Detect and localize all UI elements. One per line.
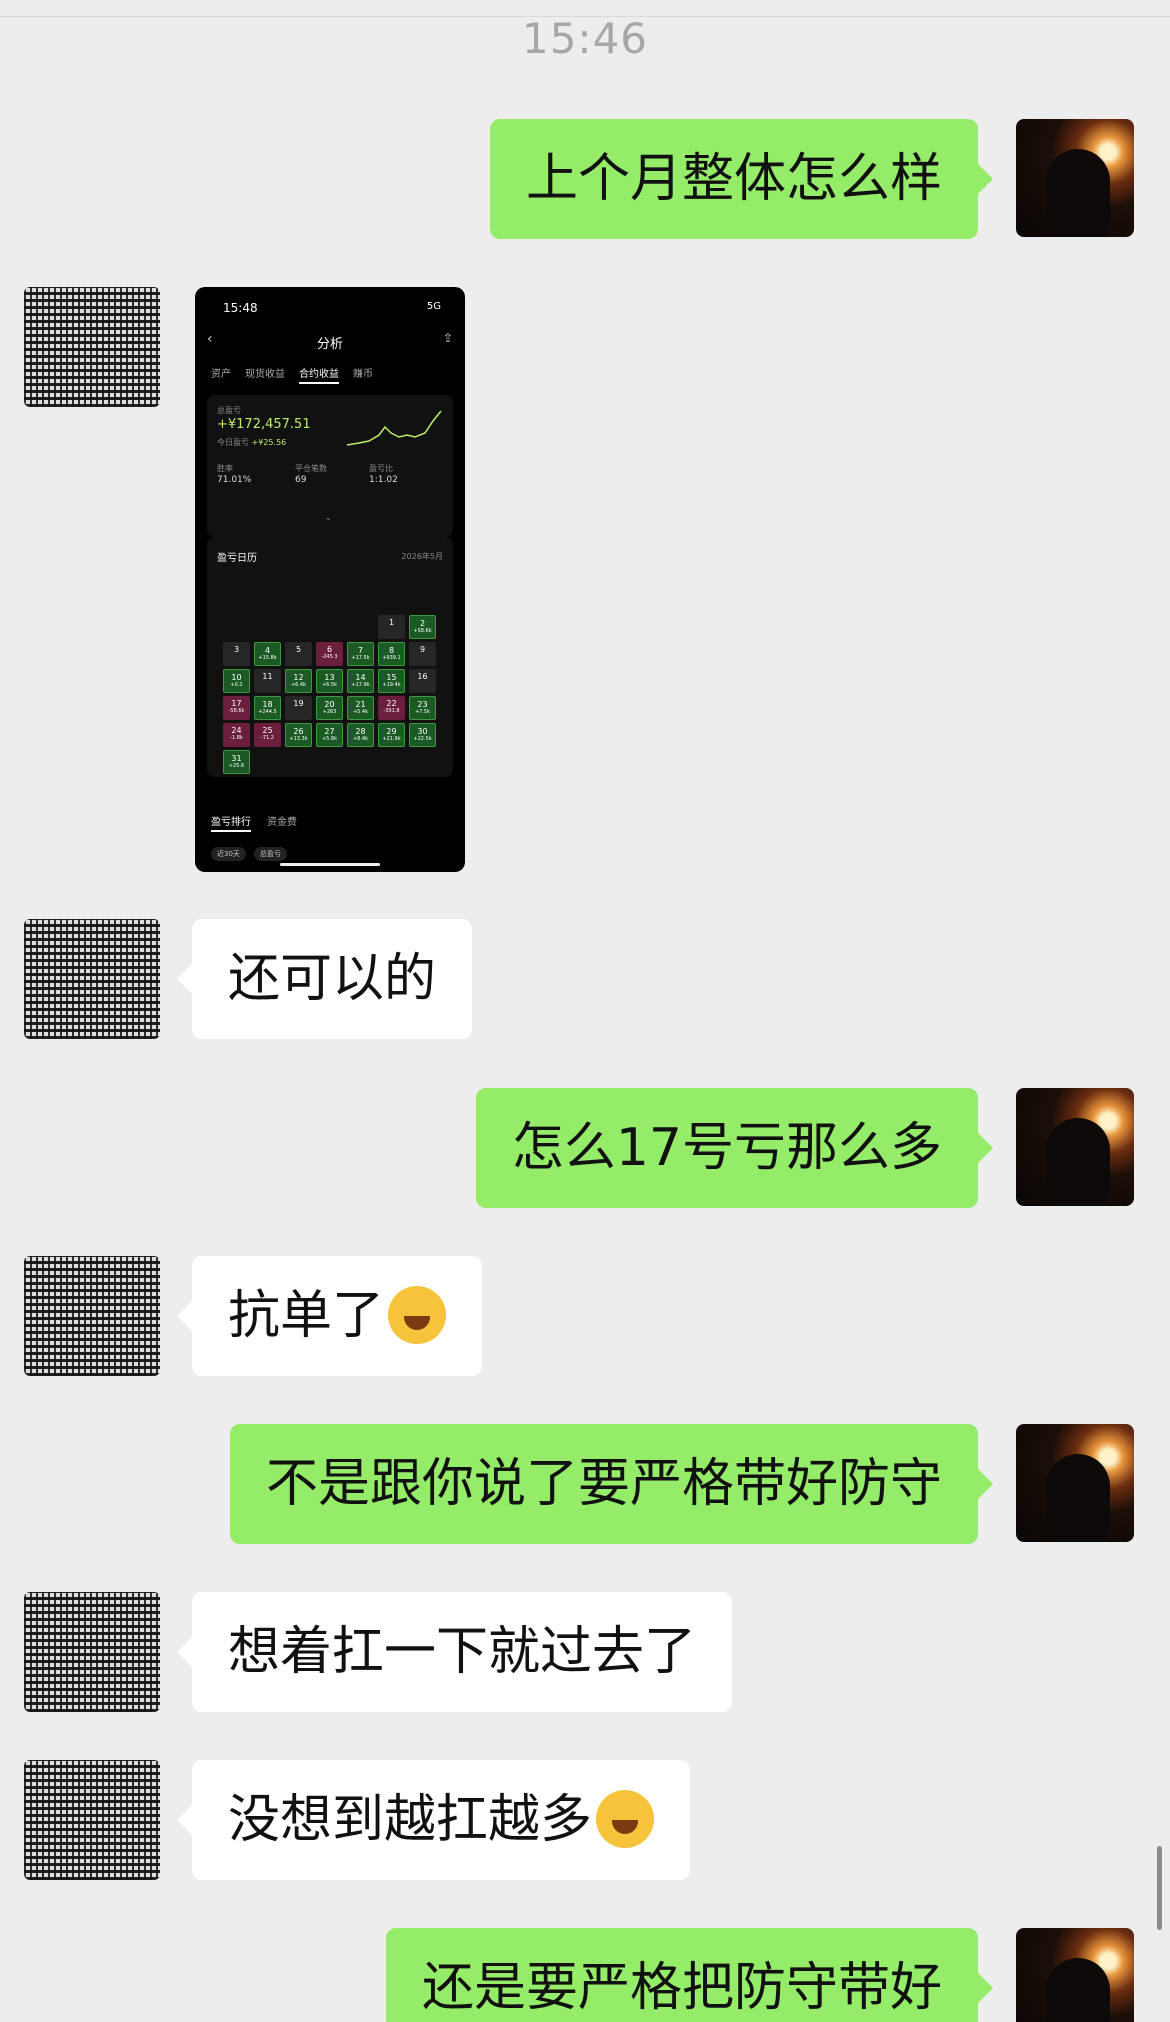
message-bubble-other[interactable]: 没想到越扛越多	[176, 1760, 691, 1880]
shot-tab-active: 合约收益	[299, 365, 339, 384]
shot-calendar-day: 26 +13.3k	[285, 723, 312, 747]
shot-tab: 赚币	[353, 369, 373, 380]
crying-face-icon	[388, 1286, 447, 1344]
shot-ratio-label: 盈亏比	[369, 464, 393, 473]
message-bubble-other[interactable]: 抗单了	[176, 1256, 483, 1376]
shot-calendar-day: 15 +19.4k	[378, 669, 405, 693]
self-avatar[interactable]	[1016, 1928, 1134, 2022]
shot-total-label: 总盈亏	[217, 406, 241, 415]
self-avatar[interactable]	[1016, 1088, 1134, 1206]
shot-total-value: +¥172,457.51	[217, 417, 311, 432]
contact-avatar[interactable]	[24, 1592, 160, 1712]
shot-calendar-day: 17 -58.6k	[223, 696, 250, 720]
message-text: 抗单了	[228, 1286, 385, 1346]
shot-calendar-day: 16	[409, 669, 436, 693]
shot-tabs: 资产 现货收益 合约收益 赚币	[211, 365, 373, 384]
shot-calendar-day: 5	[285, 642, 312, 666]
shot-today: 今日盈亏 +¥25.56	[217, 438, 287, 447]
shot-share-icon: ⇪	[442, 331, 453, 345]
shot-calendar-day: 11	[254, 669, 281, 693]
shot-title: 分析	[316, 337, 343, 352]
shot-bottom-tabs: 盈亏排行 资金费	[211, 813, 297, 832]
shot-chip: 总盈亏	[253, 847, 287, 861]
shot-chip: 近30天	[211, 847, 246, 861]
shot-calendar-day: 19	[285, 696, 312, 720]
shot-winrate: 71.01%	[217, 475, 252, 485]
shot-calendar-day: 22 -391.8	[378, 696, 405, 720]
shot-calendar-day: 7 +17.5k	[347, 642, 374, 666]
message-bubble-self[interactable]: 不是跟你说了要严格带好防守	[229, 1424, 994, 1544]
image-message[interactable]: 15:48 5G ‹ 分析 ⇪ 资产 现货收益 合约收益 赚币 总盈亏 +¥17…	[195, 287, 465, 872]
shot-calendar-day: 24 -1.8k	[223, 723, 250, 747]
shot-ratio: 1:1.02	[369, 475, 398, 485]
self-avatar[interactable]	[1016, 1424, 1134, 1542]
contact-avatar[interactable]	[24, 919, 160, 1039]
contact-avatar[interactable]	[24, 287, 160, 407]
shot-calendar-day: 13 +6.5k	[316, 669, 343, 693]
shot-trades: 69	[295, 475, 307, 485]
contact-avatar[interactable]	[24, 1760, 160, 1880]
shot-calendar-month: 2026年5月	[401, 552, 443, 561]
shot-chips: 近30天 总盈亏	[211, 847, 287, 861]
shot-calendar-day: 23 +7.5k	[409, 696, 436, 720]
shot-trades-label: 平仓笔数	[295, 464, 327, 473]
shot-calendar-day: 6 -245.3	[316, 642, 343, 666]
message-bubble-other[interactable]: 想着扛一下就过去了	[176, 1592, 733, 1712]
shot-bottom-tab-active: 盈亏排行	[211, 813, 251, 832]
shot-calendar-day: 27 +5.8k	[316, 723, 343, 747]
shot-calendar-day: 25 -71.2	[254, 723, 281, 747]
message-bubble-self[interactable]: 还是要严格把防守带好	[385, 1928, 994, 2022]
shot-calendar-day: 3	[223, 642, 250, 666]
shot-calendar-day: 18 +244.5	[254, 696, 281, 720]
shot-calendar-day: 20 +263	[316, 696, 343, 720]
shot-signal: 5G	[426, 301, 441, 312]
shot-calendar-day: 12 +6.4k	[285, 669, 312, 693]
shot-calendar-day: 31 +25.6	[223, 750, 250, 774]
scrollbar[interactable]	[1157, 1846, 1162, 1930]
shot-calendar-day: 10 +0.2	[223, 669, 250, 693]
shot-home-indicator	[280, 863, 380, 866]
shot-calendar-day: 21 +5.4k	[347, 696, 374, 720]
shot-summary-card: 总盈亏 +¥172,457.51 今日盈亏 +¥25.56 胜率 71.01% …	[207, 395, 453, 537]
crying-face-icon	[596, 1790, 655, 1848]
shot-calendar-day: 2 +58.6k	[409, 615, 436, 639]
shot-calendar-day: 30 +22.5k	[409, 723, 436, 747]
message-bubble-self[interactable]: 上个月整体怎么样	[489, 119, 994, 239]
message-bubble-other[interactable]: 还可以的	[176, 919, 473, 1039]
shot-expand-icon: ⌄	[325, 513, 332, 522]
shot-calendar-day: 8 +939.1	[378, 642, 405, 666]
shot-tab: 现货收益	[245, 369, 285, 380]
self-avatar[interactable]	[1016, 119, 1134, 237]
shot-calendar-day: 29 +21.9k	[378, 723, 405, 747]
shot-calendar-day: 1	[378, 615, 405, 639]
shot-status-time: 15:48	[223, 301, 258, 315]
contact-avatar[interactable]	[24, 1256, 160, 1376]
shot-tab: 资产	[211, 369, 231, 380]
shot-sparkline	[346, 410, 442, 446]
shot-calendar-day: 14 +17.9k	[347, 669, 374, 693]
message-bubble-self[interactable]: 怎么17号亏那么多	[475, 1088, 994, 1208]
shot-calendar-day: 4 +15.8k	[254, 642, 281, 666]
shot-calendar-day: 9	[409, 642, 436, 666]
message-text: 没想到越扛越多	[228, 1790, 593, 1850]
shot-winrate-label: 胜率	[217, 464, 233, 473]
chat-timestamp: 15:46	[521, 14, 649, 63]
shot-bottom-tab: 资金费	[267, 817, 297, 828]
shot-calendar-day: 28 +8.4k	[347, 723, 374, 747]
shot-calendar-title: 盈亏日历	[217, 553, 257, 564]
